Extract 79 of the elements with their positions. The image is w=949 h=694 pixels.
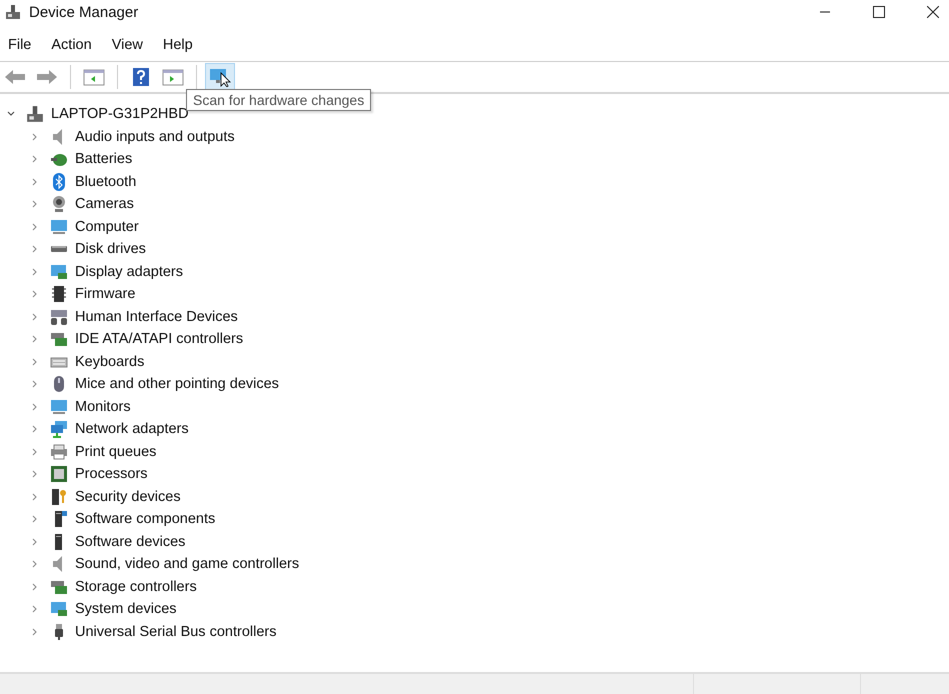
pane-icon[interactable]	[83, 68, 105, 86]
close-icon[interactable]	[927, 6, 939, 18]
back-arrow-icon[interactable]	[4, 68, 26, 86]
keyboard-gamepad-icon	[50, 308, 68, 326]
collapse-chevron-icon[interactable]	[7, 110, 15, 118]
tree-item[interactable]: LAPTOP-G31P2HBD	[51, 106, 189, 122]
tooltip: Scan for hardware changes	[186, 89, 372, 111]
expand-chevron-icon[interactable]	[31, 538, 39, 546]
expand-chevron-icon[interactable]	[31, 628, 39, 636]
expand-chevron-icon[interactable]	[31, 448, 39, 456]
expand-chevron-icon[interactable]	[31, 380, 39, 388]
processor-icon	[50, 465, 68, 484]
network-icon	[50, 420, 68, 438]
expand-chevron-icon[interactable]	[31, 402, 39, 411]
tree-item[interactable]: Mice and other pointing devices	[75, 376, 279, 392]
pane-icon[interactable]	[162, 68, 184, 86]
tree-item[interactable]: IDE ATA/ATAPI controllers	[75, 331, 244, 348]
expand-chevron-icon[interactable]	[31, 245, 39, 254]
chip-icon	[50, 285, 68, 304]
expand-chevron-icon[interactable]	[31, 222, 39, 231]
computer-icon	[5, 4, 21, 20]
tree-item[interactable]: Human Interface Devices	[75, 308, 238, 325]
printer-icon	[50, 442, 68, 461]
tree-item[interactable]: Display adapters	[75, 264, 183, 280]
toolbar-button[interactable]	[205, 63, 235, 91]
tree-item[interactable]: Computer	[75, 218, 139, 235]
expand-chevron-icon[interactable]	[31, 335, 39, 344]
expand-chevron-icon[interactable]	[31, 268, 39, 276]
tree-item[interactable]: Bluetooth	[75, 174, 136, 190]
tree-item[interactable]: Software devices	[75, 534, 186, 550]
tree-item[interactable]: Audio inputs and outputs	[75, 128, 235, 145]
tree-item[interactable]: Sound, video and game controllers	[75, 556, 300, 572]
tree-item[interactable]: Print queues	[75, 444, 156, 460]
tree-item[interactable]: Storage controllers	[75, 578, 197, 595]
expand-chevron-icon[interactable]	[31, 155, 39, 164]
forward-arrow-icon[interactable]	[36, 68, 58, 86]
expand-chevron-icon[interactable]	[31, 605, 39, 614]
monitor-with-card-icon	[50, 262, 68, 281]
tree-item[interactable]: Network adapters	[75, 421, 189, 438]
tree-item[interactable]: System devices	[75, 601, 177, 618]
monitor-scan-icon[interactable]	[209, 67, 231, 87]
monitor-with-card-icon	[50, 600, 68, 618]
expand-chevron-icon[interactable]	[31, 290, 39, 298]
tree-item[interactable]: Cameras	[75, 196, 134, 212]
computer-icon	[26, 105, 44, 124]
bluetooth-icon	[50, 172, 68, 191]
tree-item[interactable]: Monitors	[75, 398, 131, 415]
window-title: Device Manager	[29, 4, 138, 20]
expand-chevron-icon[interactable]	[31, 492, 39, 501]
menu-item[interactable]: Help	[162, 37, 193, 57]
expand-chevron-icon[interactable]	[31, 515, 39, 524]
expand-chevron-icon[interactable]	[31, 312, 39, 321]
tree-item[interactable]: Software components	[75, 511, 216, 528]
tree-item[interactable]: Batteries	[75, 151, 132, 168]
tower-key-icon	[50, 488, 68, 506]
disk-drive-icon	[51, 246, 67, 252]
menu-item[interactable]: File	[8, 37, 32, 57]
tree-item[interactable]: Security devices	[75, 488, 181, 505]
menu-item[interactable]: Action	[51, 37, 92, 57]
circuit-card-icon	[50, 330, 68, 348]
expand-chevron-icon[interactable]	[31, 132, 39, 141]
tree-item[interactable]: Processors	[75, 466, 148, 482]
tree-item[interactable]: Firmware	[75, 286, 136, 302]
expand-chevron-icon[interactable]	[31, 425, 39, 434]
expand-chevron-icon[interactable]	[31, 582, 39, 591]
expand-chevron-icon[interactable]	[31, 560, 39, 568]
expand-chevron-icon[interactable]	[31, 470, 39, 478]
menu-item[interactable]: View	[112, 37, 143, 57]
expand-chevron-icon[interactable]	[31, 358, 39, 366]
expand-chevron-icon[interactable]	[31, 178, 39, 186]
tree-item[interactable]: Disk drives	[75, 241, 146, 258]
tree-item[interactable]: Keyboards	[75, 354, 144, 370]
monitor-icon	[50, 398, 68, 416]
maximize-icon[interactable]	[873, 6, 885, 18]
help-icon[interactable]	[132, 67, 150, 87]
expand-chevron-icon[interactable]	[31, 200, 39, 208]
monitor-icon	[50, 218, 68, 236]
tree-item[interactable]: Universal Serial Bus controllers	[75, 624, 276, 640]
webcam-icon	[50, 195, 68, 214]
